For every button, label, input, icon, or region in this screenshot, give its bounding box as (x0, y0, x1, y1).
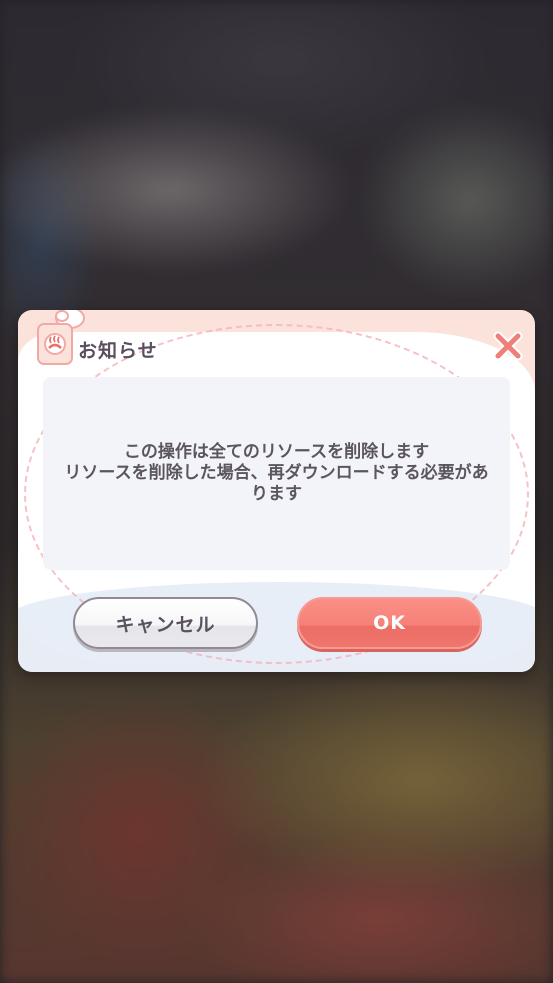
ok-button-label: OK (373, 612, 406, 634)
cancel-button[interactable]: キャンセル (73, 597, 258, 649)
close-button[interactable] (491, 329, 525, 363)
dialog-message: この操作は全てのリソースを削除します リソースを削除した場合、再ダウンロードする… (64, 442, 489, 504)
ok-button[interactable]: OK (297, 597, 482, 649)
message-box: この操作は全てのリソースを削除します リソースを削除した場合、再ダウンロードする… (43, 377, 510, 570)
cancel-button-label: キャンセル (115, 613, 216, 636)
dialog-title: お知らせ (78, 340, 158, 362)
notice-dialog: お知らせ この操作は全てのリソースを削除します リソースを削除した場合、再ダウン… (18, 310, 535, 672)
close-x-icon (493, 331, 523, 361)
